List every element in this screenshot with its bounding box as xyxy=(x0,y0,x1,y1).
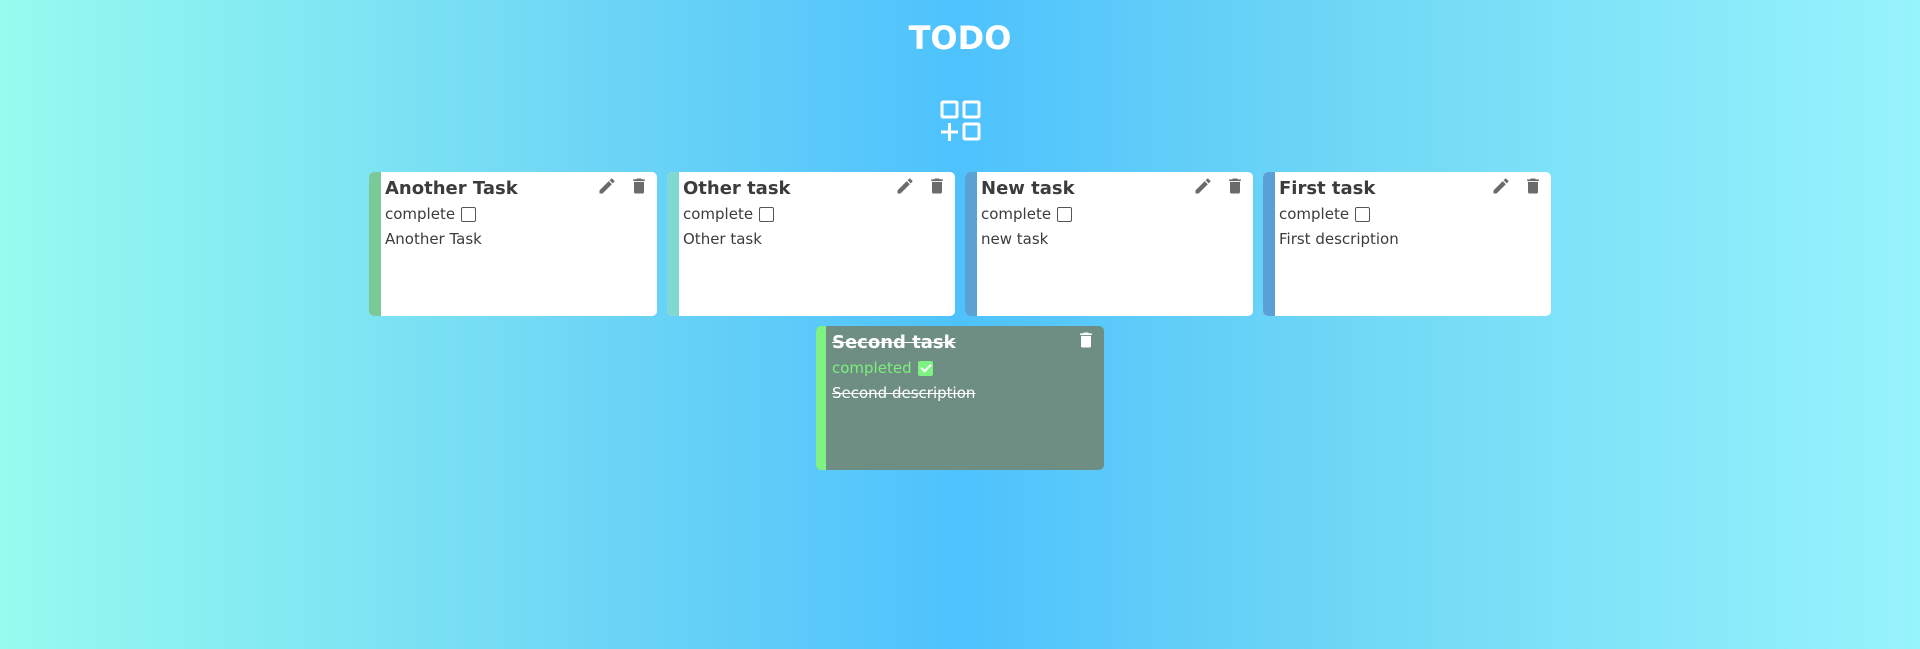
complete-checkbox[interactable] xyxy=(759,206,775,222)
task-title: Second task xyxy=(832,332,956,353)
task-title: First task xyxy=(1279,178,1376,199)
task-description: new task xyxy=(981,230,1049,248)
trash-icon xyxy=(1080,332,1092,348)
status-label: complete xyxy=(981,205,1052,223)
complete-checkbox[interactable] xyxy=(917,360,933,376)
card-color-stripe xyxy=(965,172,977,316)
status-label: complete xyxy=(385,205,456,223)
task-description: Another Task xyxy=(385,230,482,248)
trash-icon xyxy=(633,178,645,194)
task-title: New task xyxy=(981,178,1075,199)
edit-button[interactable] xyxy=(1193,176,1213,196)
app-title: TODO xyxy=(908,19,1012,57)
trash-icon xyxy=(1527,178,1539,194)
pencil-icon xyxy=(599,178,615,194)
task-description: Second description xyxy=(832,384,976,402)
task-title: Other task xyxy=(683,178,791,199)
pencil-icon xyxy=(1493,178,1509,194)
complete-checkbox[interactable] xyxy=(1355,206,1371,222)
task-status: complete xyxy=(981,205,1073,223)
edit-button[interactable] xyxy=(895,176,915,196)
task-status: complete xyxy=(385,205,477,223)
task-description: Other task xyxy=(683,230,762,248)
task-card: New task complete new task xyxy=(965,172,1253,316)
delete-button[interactable] xyxy=(1225,176,1245,196)
task-card-completed: Second task completed Second description xyxy=(816,326,1104,470)
status-label: complete xyxy=(1279,205,1350,223)
task-card: Other task complete Other task xyxy=(667,172,955,316)
add-task-button[interactable] xyxy=(940,100,982,142)
task-status: complete xyxy=(1279,205,1371,223)
card-color-stripe xyxy=(816,326,826,470)
delete-button[interactable] xyxy=(629,176,649,196)
pencil-icon xyxy=(897,178,913,194)
card-color-stripe xyxy=(1263,172,1275,316)
task-description: First description xyxy=(1279,230,1399,248)
task-status: completed xyxy=(832,359,933,377)
task-title: Another Task xyxy=(385,178,518,199)
add-widget-icon xyxy=(940,100,981,141)
complete-checkbox[interactable] xyxy=(461,206,477,222)
task-card: First task complete First description xyxy=(1263,172,1551,316)
delete-button[interactable] xyxy=(927,176,947,196)
pencil-icon xyxy=(1195,178,1211,194)
card-color-stripe xyxy=(369,172,381,316)
trash-icon xyxy=(1229,178,1241,194)
complete-checkbox[interactable] xyxy=(1057,206,1073,222)
delete-button[interactable] xyxy=(1523,176,1543,196)
delete-button[interactable] xyxy=(1076,330,1096,350)
task-status: complete xyxy=(683,205,775,223)
status-label: complete xyxy=(683,205,754,223)
task-card: Another Task complete Another Task xyxy=(369,172,657,316)
status-label: completed xyxy=(832,359,912,377)
card-color-stripe xyxy=(667,172,679,316)
edit-button[interactable] xyxy=(1491,176,1511,196)
trash-icon xyxy=(931,178,943,194)
edit-button[interactable] xyxy=(597,176,617,196)
